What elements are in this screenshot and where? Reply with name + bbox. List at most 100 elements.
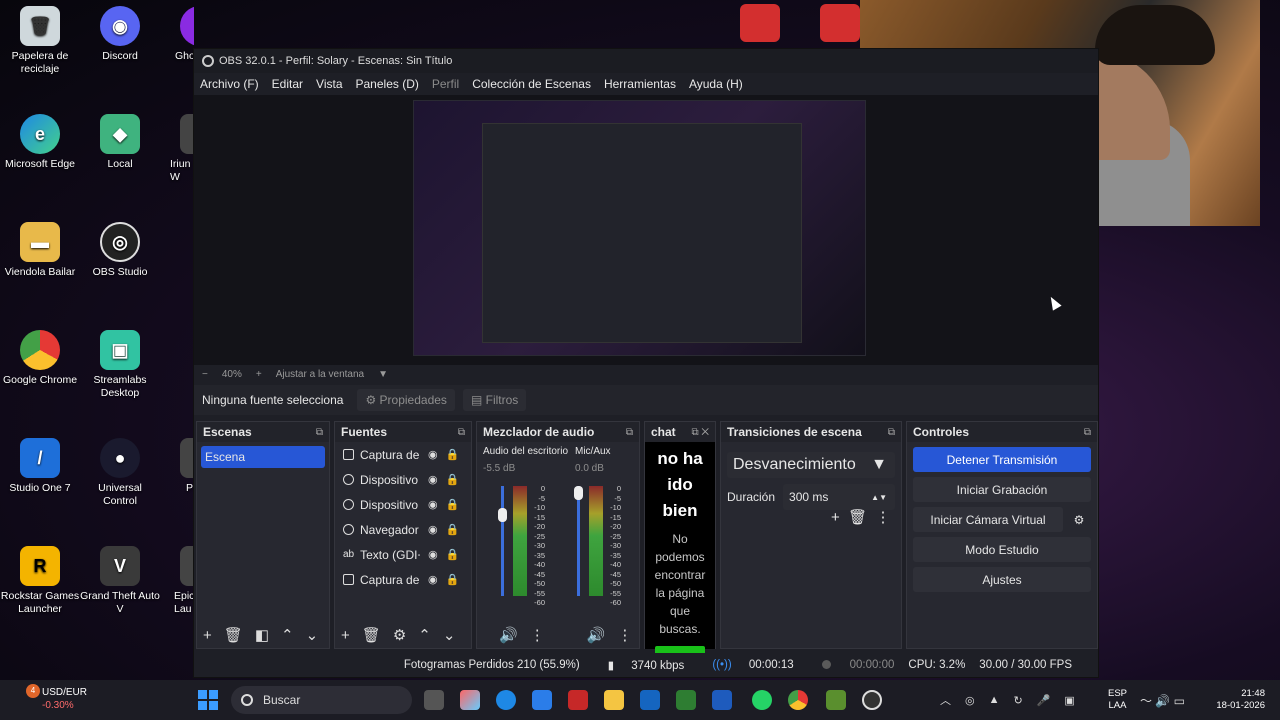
- chrome-icon[interactable]: [788, 690, 808, 710]
- source-item[interactable]: ab Texto (GDI+) ◉ 🔒: [335, 542, 471, 567]
- clock[interactable]: 21:48 18-01-2026: [1205, 688, 1265, 712]
- menu-herramientas[interactable]: Herramientas: [604, 77, 676, 91]
- recycle-bin-shortcut[interactable]: 🗑 Papelera de reciclaje: [0, 6, 80, 76]
- edge-shortcut[interactable]: e Microsoft Edge: [0, 114, 80, 171]
- chrome-shortcut[interactable]: Google Chrome: [0, 330, 80, 387]
- microphone-icon[interactable]: 🎤: [1037, 694, 1051, 707]
- source-item[interactable]: Dispositivo d ◉ 🔒: [335, 492, 471, 517]
- sync-icon[interactable]: ↻: [1014, 694, 1023, 707]
- streamlabs-shortcut[interactable]: ▣ Streamlabs Desktop: [80, 330, 160, 400]
- lock-icon[interactable]: 🔒: [446, 473, 460, 486]
- stop-streaming-button[interactable]: Detener Transmisión: [913, 447, 1091, 472]
- gta-shortcut[interactable]: V Grand Theft Auto V: [80, 546, 160, 616]
- kebab-menu-icon[interactable]: ⋮: [617, 626, 632, 644]
- taskbar-search[interactable]: Buscar: [231, 686, 412, 714]
- menu-vista[interactable]: Vista: [316, 77, 342, 91]
- speaker-icon[interactable]: 🔊: [499, 626, 518, 644]
- undock-icon[interactable]: ⧉: [316, 427, 323, 438]
- obs-shortcut[interactable]: ◎ OBS Studio: [80, 222, 160, 279]
- undock-icon[interactable]: ⧉: [626, 427, 633, 438]
- menu-archivo[interactable]: Archivo (F): [200, 77, 259, 91]
- filters-button[interactable]: ▤ Filtros: [462, 389, 527, 411]
- trash-icon[interactable]: 🗑: [224, 626, 243, 644]
- move-down-icon[interactable]: ⌄: [306, 626, 319, 644]
- menu-editar[interactable]: Editar: [272, 77, 303, 91]
- viendola-shortcut[interactable]: ▬ Viendola Bailar: [0, 222, 80, 279]
- start-virtual-camera-button[interactable]: Iniciar Cámara Virtual: [913, 507, 1063, 532]
- lock-icon[interactable]: 🔒: [446, 498, 460, 511]
- eye-icon[interactable]: ◉: [428, 523, 438, 536]
- settings-button[interactable]: Ajustes: [913, 567, 1091, 592]
- menu-ayuda[interactable]: Ayuda (H): [689, 77, 743, 91]
- eye-icon[interactable]: ◉: [428, 573, 438, 586]
- volume-slider[interactable]: [577, 486, 580, 596]
- gear-icon[interactable]: ⚙: [1067, 507, 1091, 532]
- volume-slider-handle[interactable]: [498, 508, 507, 522]
- transition-select[interactable]: Desvanecimiento ▼: [727, 452, 895, 478]
- whatsapp-icon[interactable]: [752, 690, 772, 710]
- discord-shortcut[interactable]: ◉ Discord: [80, 6, 160, 63]
- unlock-icon[interactable]: 🔒: [446, 523, 460, 536]
- duration-spinbox[interactable]: 300 ms ▲▼: [783, 484, 895, 510]
- gear-icon[interactable]: ⚙: [393, 626, 406, 644]
- red-app-icon[interactable]: [740, 4, 780, 42]
- undock-icon[interactable]: ⧉ ✕: [691, 427, 709, 438]
- universal-control-shortcut[interactable]: ● Universal Control: [80, 438, 160, 508]
- undock-icon[interactable]: ⧉: [1084, 427, 1091, 438]
- display-icon[interactable]: ▣: [1064, 694, 1074, 707]
- volume-slider-handle[interactable]: [574, 486, 583, 500]
- source-item[interactable]: Dispositivo d ◉ 🔒: [335, 467, 471, 492]
- mcafee-icon[interactable]: [568, 690, 588, 710]
- ghost-shortcut[interactable]: Gho: [160, 6, 194, 63]
- epic-shortcut[interactable]: Epic Lau: [160, 546, 194, 616]
- rockstar-shortcut[interactable]: R Rockstar Games Launcher: [0, 546, 80, 616]
- source-item[interactable]: Captura de p ◉ 🔒: [335, 567, 471, 592]
- fit-to-window-select[interactable]: Ajustar a la ventana: [276, 369, 364, 380]
- lock-icon[interactable]: 🔒: [446, 573, 460, 586]
- local-shortcut[interactable]: ◆ Local: [80, 114, 160, 171]
- stock-widget[interactable]: 4 USD/EUR -0.30%: [26, 684, 87, 712]
- kebab-menu-icon[interactable]: ⋮: [530, 626, 545, 644]
- menu-coleccion[interactable]: Colección de Escenas: [472, 77, 591, 91]
- obs-icon[interactable]: [862, 690, 882, 710]
- move-up-icon[interactable]: ⌃: [418, 626, 431, 644]
- store-icon[interactable]: [532, 690, 552, 710]
- obs-titlebar[interactable]: OBS 32.0.1 - Perfil: Solary - Escenas: S…: [194, 49, 1098, 73]
- undock-icon[interactable]: ⧉: [888, 427, 895, 438]
- trash-icon[interactable]: 🗑: [362, 626, 381, 644]
- speaker-icon[interactable]: 🔊: [587, 626, 606, 644]
- chevron-up-icon[interactable]: ︿: [940, 692, 951, 708]
- outlook-icon[interactable]: [640, 690, 660, 710]
- file-explorer-icon[interactable]: [604, 690, 624, 710]
- kebab-menu-icon[interactable]: ⋮: [876, 509, 891, 526]
- word-icon[interactable]: [712, 690, 732, 710]
- properties-button[interactable]: ⚙ Propiedades: [357, 389, 455, 411]
- eye-icon[interactable]: ◉: [428, 473, 438, 486]
- scene-item[interactable]: Escena: [201, 446, 325, 468]
- add-icon[interactable]: +: [341, 627, 350, 644]
- move-down-icon[interactable]: ⌄: [443, 626, 456, 644]
- preview-area[interactable]: [194, 95, 1098, 365]
- language-indicator[interactable]: ESP LAA: [1108, 688, 1127, 712]
- add-icon[interactable]: +: [831, 509, 840, 526]
- mcafee-tray-icon[interactable]: ▲: [989, 694, 1000, 706]
- eye-icon[interactable]: ◉: [428, 498, 438, 511]
- gta-icon[interactable]: [826, 690, 846, 710]
- undock-icon[interactable]: ⧉: [458, 427, 465, 438]
- studio-mode-button[interactable]: Modo Estudio: [913, 537, 1091, 562]
- menu-perfil[interactable]: Perfil: [432, 77, 459, 91]
- move-up-icon[interactable]: ⌃: [281, 626, 294, 644]
- chevron-down-icon[interactable]: ▼: [378, 369, 388, 380]
- eye-icon[interactable]: ◉: [428, 448, 438, 461]
- zoom-out-button[interactable]: −: [202, 369, 208, 380]
- p-shortcut[interactable]: P: [160, 438, 194, 495]
- add-icon[interactable]: +: [203, 627, 212, 644]
- zoom-in-button[interactable]: +: [256, 369, 262, 380]
- eye-icon[interactable]: ◉: [428, 548, 438, 561]
- start-button[interactable]: [198, 690, 218, 710]
- copilot-icon[interactable]: [460, 690, 480, 710]
- edge-icon[interactable]: [496, 690, 516, 710]
- filter-icon[interactable]: ◧: [255, 626, 269, 644]
- start-recording-button[interactable]: Iniciar Grabación: [913, 477, 1091, 502]
- source-item[interactable]: Navegador ◉ 🔒: [335, 517, 471, 542]
